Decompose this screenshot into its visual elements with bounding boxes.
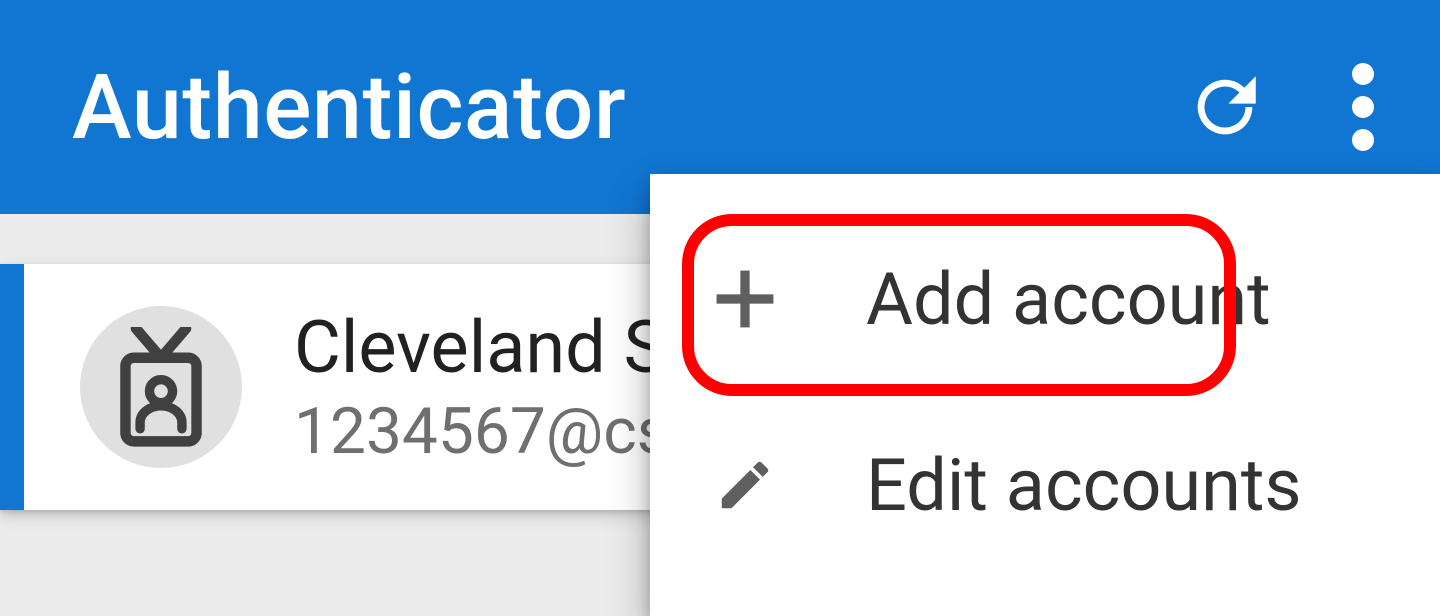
account-avatar — [80, 306, 242, 468]
selection-indicator — [0, 264, 24, 510]
menu-item-edit-accounts[interactable]: Edit accounts — [650, 392, 1440, 578]
menu-item-add-account[interactable]: Add account — [650, 206, 1440, 392]
pencil-icon — [714, 454, 810, 516]
refresh-icon — [1184, 66, 1266, 148]
appbar-actions — [1184, 61, 1374, 153]
menu-item-label: Add account — [866, 257, 1271, 342]
more-vertical-icon — [1352, 61, 1374, 153]
overflow-menu-button[interactable] — [1352, 61, 1374, 153]
overflow-menu: Add account Edit accounts — [650, 174, 1440, 616]
app-title: Authenticator — [72, 55, 1184, 160]
id-badge-icon — [115, 327, 207, 447]
refresh-button[interactable] — [1184, 66, 1266, 148]
plus-icon — [714, 268, 810, 330]
menu-item-label: Edit accounts — [866, 443, 1302, 528]
